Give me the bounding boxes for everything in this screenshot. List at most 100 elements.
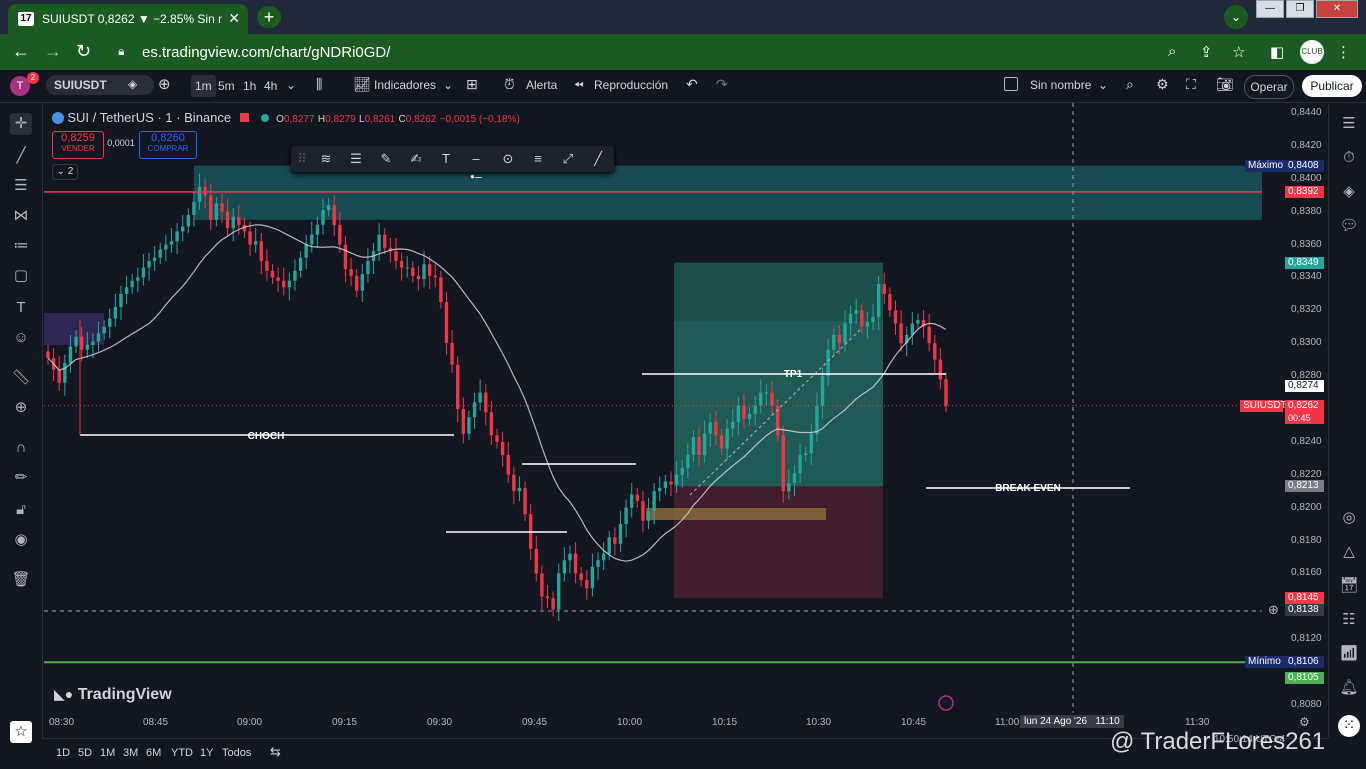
candle-body (865, 321, 870, 327)
trendline-icon[interactable]: ⤢ (559, 150, 577, 168)
range-5d[interactable]: 5D (78, 747, 92, 759)
watchlist-icon[interactable]: ☰ (1338, 113, 1360, 135)
crosshair-icon[interactable]: ✛ (10, 113, 32, 135)
trash-icon[interactable]: 🗑︎ (10, 569, 32, 591)
candle-body (164, 244, 168, 250)
range-1y[interactable]: 1Y (200, 747, 213, 759)
more-apps-icon[interactable]: ⁙ (1338, 715, 1360, 737)
range-1d[interactable]: 1D (56, 747, 70, 759)
chat-icon[interactable]: 💬︎ (1338, 215, 1360, 237)
candle-body (394, 251, 398, 261)
candle-body (377, 234, 381, 252)
candle-body (888, 293, 892, 311)
candle-body (714, 422, 718, 436)
favorites-star-icon[interactable]: ☆ (10, 721, 32, 743)
hide-drawings-icon[interactable]: ◉ (10, 529, 32, 551)
candle-body (332, 205, 336, 225)
trend-line-icon[interactable]: ╱ (10, 145, 32, 167)
candle-body (484, 392, 488, 413)
zoom-in-icon[interactable]: ⊕ (10, 397, 32, 419)
candle-body (343, 244, 348, 270)
text-tool-icon[interactable]: T (437, 150, 455, 168)
target-icon[interactable]: ◎ (1338, 507, 1360, 529)
horizontal-line-icon[interactable]: –•– (467, 150, 485, 184)
range-ytd[interactable]: YTD (171, 747, 193, 759)
candle-body (461, 409, 466, 434)
text-icon[interactable]: T (10, 297, 32, 319)
candle-body (876, 284, 881, 317)
price-axis[interactable]: 0,8440 0,8420 0,8400 0,8380 0,8360 0,8340 0,83… (1240, 103, 1328, 713)
brush-icon[interactable]: ✎ (377, 150, 395, 168)
candle-body (832, 335, 836, 350)
notifications-bell-icon[interactable]: 🔔︎ (1338, 677, 1360, 699)
lines-icon[interactable]: ≡ (529, 150, 547, 168)
candle-body (136, 277, 140, 281)
parallel-channel-icon[interactable]: ☰ (10, 175, 32, 197)
spread-value: 0,0001 (107, 138, 135, 148)
candle-body (669, 481, 673, 485)
candle-body (663, 481, 668, 488)
sell-button[interactable]: 0,8259 VENDER (52, 131, 104, 159)
candle-body (848, 313, 853, 324)
pitchfork-icon[interactable]: ⋈ (10, 205, 32, 227)
time-tick: 11:00 (995, 717, 1020, 728)
candle-body (607, 537, 611, 554)
tv-logo-icon: ◣● (54, 686, 74, 702)
candle-body (736, 405, 741, 423)
candle-body (181, 226, 185, 232)
fib-retracement-icon[interactable]: ≔ (10, 235, 32, 257)
candle-body (551, 598, 555, 610)
rectangle-icon[interactable]: ▢ (10, 265, 32, 287)
broadcast-icon[interactable]: 📶︎ (1338, 643, 1360, 665)
candle-body (287, 280, 292, 288)
candle-body (764, 392, 769, 394)
ray-icon[interactable]: ╱ (589, 150, 607, 168)
template-icon[interactable]: ≋ (317, 150, 335, 168)
alerts-clock-icon[interactable]: ⏱︎ (1338, 147, 1360, 169)
buy-button[interactable]: 0,8260 COMPRAR (139, 131, 197, 159)
axis-settings-gear-icon[interactable]: ⚙︎ (1299, 715, 1310, 729)
candle-body (826, 349, 830, 377)
candle-body (798, 455, 802, 474)
price-tick: 0,8360 (1291, 238, 1322, 250)
candle-body (624, 507, 628, 525)
candle-body (124, 287, 129, 294)
calendar-icon[interactable]: 📅︎ (1338, 575, 1360, 597)
range-1m[interactable]: 1M (100, 747, 115, 759)
brand-text: TradingView (77, 686, 172, 703)
range-6m[interactable]: 6M (146, 747, 161, 759)
ideas-icon[interactable]: △ (1338, 541, 1360, 563)
drag-handle-icon[interactable]: ⠿ (293, 150, 311, 168)
time-tick: 10:30 (806, 717, 832, 728)
candle-body (96, 333, 101, 342)
magnet-icon[interactable]: ∩ (10, 437, 32, 459)
candle-body (674, 474, 679, 485)
legend-collapse-button[interactable]: ⌄ 2 (52, 164, 78, 180)
streams-icon[interactable]: ☷ (1338, 609, 1360, 631)
goto-date-icon[interactable]: ⇆ (270, 744, 281, 760)
candle-body (192, 201, 196, 215)
layers-icon[interactable]: ◈ (1338, 181, 1360, 203)
candle-body (815, 405, 819, 434)
circle-icon[interactable]: ⊙ (499, 150, 517, 168)
lock-drawings-icon[interactable]: 🔓︎ (10, 499, 32, 521)
change-value: −0,0015 (−0,18%) (439, 114, 520, 125)
candle-body (439, 277, 443, 303)
candle-body (854, 310, 858, 314)
candle-body (641, 501, 645, 521)
candle-body (585, 580, 589, 589)
candle-body (399, 261, 404, 268)
stay-drawing-icon[interactable]: ✏︎ (10, 467, 32, 489)
add-alert-plus-icon[interactable]: ⊕ (1268, 602, 1279, 618)
line-style-icon[interactable]: ☰ (347, 150, 365, 168)
range-all[interactable]: Todos (222, 747, 251, 759)
ruler-icon[interactable]: 📏︎ (10, 367, 32, 389)
pen-icon[interactable]: ✍︎ (407, 150, 425, 168)
emoji-icon[interactable]: ☺ (10, 327, 32, 349)
range-3m[interactable]: 3M (123, 747, 138, 759)
symbol-title: SUI / TetherUS · 1 · Binance (67, 110, 232, 125)
candle-body (613, 537, 617, 544)
candle-body (557, 573, 561, 610)
author-watermark: @ TraderFLores261 (1110, 728, 1326, 755)
candle-body (74, 336, 78, 347)
